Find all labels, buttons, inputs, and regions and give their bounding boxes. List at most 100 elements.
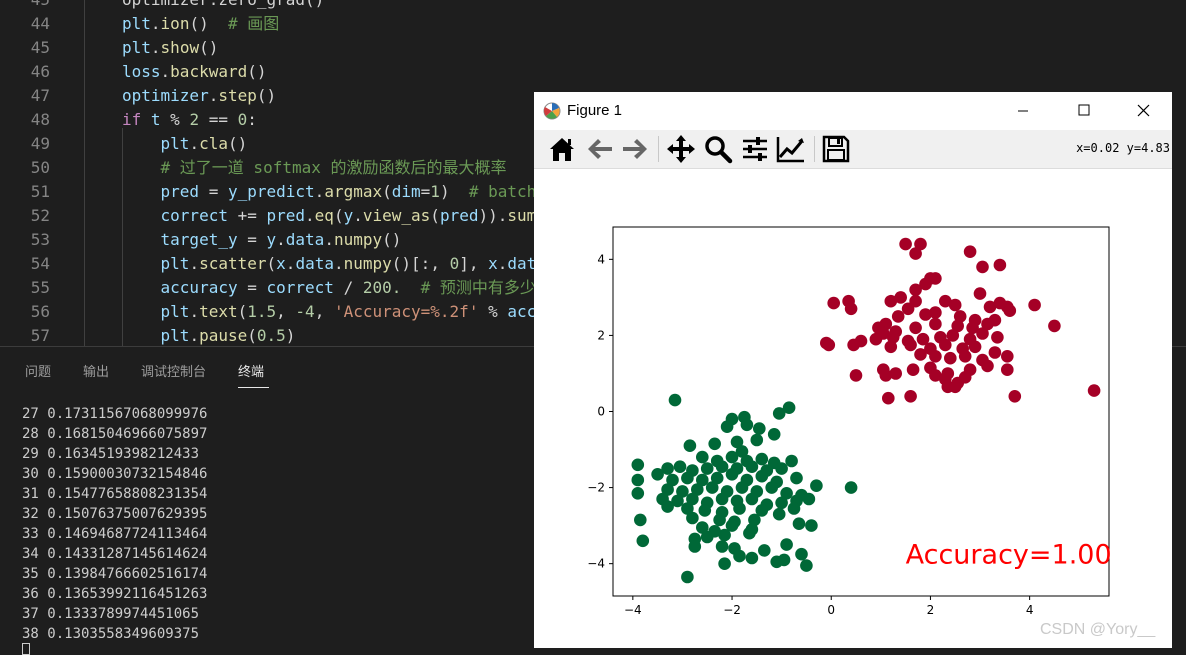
data-point — [696, 450, 709, 464]
code-token: = — [237, 278, 267, 297]
figure-window: Figure 1 x=0.02 y=4.83 −4 −2 0 2 4 −4 −2… — [534, 92, 1172, 648]
maximize-button[interactable] — [1061, 92, 1107, 130]
data-point — [968, 340, 982, 354]
data-point — [899, 237, 912, 251]
code-token: ( — [333, 206, 344, 225]
code-token: sum — [507, 206, 537, 225]
data-point — [822, 338, 836, 352]
scatter-plot[interactable]: −4 −2 0 2 4 −4 −2 0 2 4 Accuracy=1.00 — [534, 169, 1172, 648]
back-button[interactable] — [584, 133, 616, 165]
terminal-line: 31 0.15477658808231354 — [22, 486, 208, 502]
zoom-icon — [705, 136, 733, 164]
code-token: x — [488, 254, 498, 273]
line-number: 50 — [30, 158, 50, 177]
terminal-line: 36 0.13653992116451263 — [22, 586, 208, 602]
code-token: . — [150, 38, 161, 57]
code-token: ( — [382, 182, 392, 201]
code-token: cla — [199, 134, 228, 153]
code-token: data — [295, 254, 334, 273]
data-point — [792, 517, 806, 530]
code-text: plt.pause(0.5) — [122, 324, 296, 346]
data-point — [700, 462, 714, 475]
code-token: () — [247, 62, 267, 81]
subplots-button[interactable] — [739, 133, 771, 165]
code-token: pause — [199, 326, 248, 345]
data-point — [904, 338, 917, 352]
line-number: 51 — [30, 182, 50, 201]
zoom-button[interactable] — [702, 133, 734, 165]
data-point — [958, 350, 972, 363]
data-point — [750, 433, 764, 447]
tab-terminal[interactable]: 终端 — [238, 361, 264, 380]
watermark: CSDN @Yory__ — [1040, 621, 1156, 638]
data-point — [713, 513, 726, 527]
code-token: ()[:, — [391, 254, 450, 273]
x-tick-label: −4 — [624, 603, 642, 617]
terminal-line: 28 0.16815046966075897 — [22, 426, 208, 442]
code-token: t — [150, 110, 161, 129]
terminal-line: 37 0.1333789974451065 — [22, 606, 200, 622]
y-tick-label: −2 — [587, 481, 605, 495]
data-point — [777, 553, 791, 567]
data-point — [891, 310, 905, 323]
line-number: 47 — [30, 86, 50, 105]
code-line: 46 loss.backward() — [0, 60, 1186, 84]
data-point — [944, 351, 957, 365]
code-text: correct += pred.eq(y.view_as(pred)).sum — [122, 204, 537, 228]
x-tick-label: 4 — [1026, 603, 1034, 617]
data-point — [906, 363, 920, 376]
code-token: plt — [122, 38, 151, 57]
data-point — [929, 317, 942, 331]
code-token: if — [122, 110, 142, 129]
code-token: y — [266, 230, 277, 249]
code-token: plt — [160, 326, 190, 345]
data-point — [661, 500, 674, 513]
data-point — [673, 460, 687, 474]
code-text: # 过了一道 softmax 的激励函数后的最大概率 — [122, 156, 507, 180]
save-button[interactable] — [820, 133, 852, 165]
code-token: . — [333, 254, 344, 273]
minimize-icon — [1018, 110, 1028, 112]
code-token: acc — [507, 302, 537, 321]
figure-toolbar: x=0.02 y=4.83 — [534, 130, 1172, 168]
code-token: ) — [439, 182, 469, 201]
data-point — [929, 350, 942, 363]
y-tick-label: −4 — [587, 557, 605, 571]
code-token: eq — [314, 206, 334, 225]
data-point — [683, 439, 697, 453]
data-point — [795, 547, 808, 561]
data-point — [958, 371, 972, 384]
code-token: plt — [160, 254, 190, 273]
tab-debug-console[interactable]: 调试控制台 — [141, 361, 206, 380]
code-token: # 预测中有多少 — [420, 278, 536, 297]
data-point — [914, 348, 927, 361]
figure-titlebar[interactable]: Figure 1 — [534, 92, 1172, 130]
toolbar-separator — [658, 136, 659, 162]
data-point — [767, 428, 781, 441]
data-point — [708, 437, 721, 451]
home-button[interactable] — [546, 133, 578, 165]
code-token: target_y — [160, 230, 238, 249]
tab-output[interactable]: 输出 — [83, 361, 109, 380]
data-point — [948, 298, 962, 312]
data-point — [733, 549, 746, 563]
forward-button[interactable] — [619, 133, 651, 165]
subplots-config-icon — [743, 137, 767, 161]
data-point — [745, 551, 759, 565]
code-token: () — [189, 14, 228, 33]
code-token: , — [314, 302, 334, 321]
pan-button[interactable] — [665, 133, 697, 165]
tab-problems[interactable]: 问题 — [25, 361, 51, 380]
code-token: 2 — [189, 110, 200, 129]
code-token: . — [497, 254, 508, 273]
edit-axis-button[interactable] — [775, 133, 807, 165]
accuracy-annotation: Accuracy=1.00 — [906, 540, 1112, 571]
minimize-button[interactable] — [1000, 92, 1046, 130]
close-button[interactable] — [1120, 92, 1166, 130]
data-point — [686, 511, 699, 525]
data-point — [718, 528, 731, 542]
data-point — [780, 538, 793, 551]
line-number: 48 — [30, 110, 50, 129]
